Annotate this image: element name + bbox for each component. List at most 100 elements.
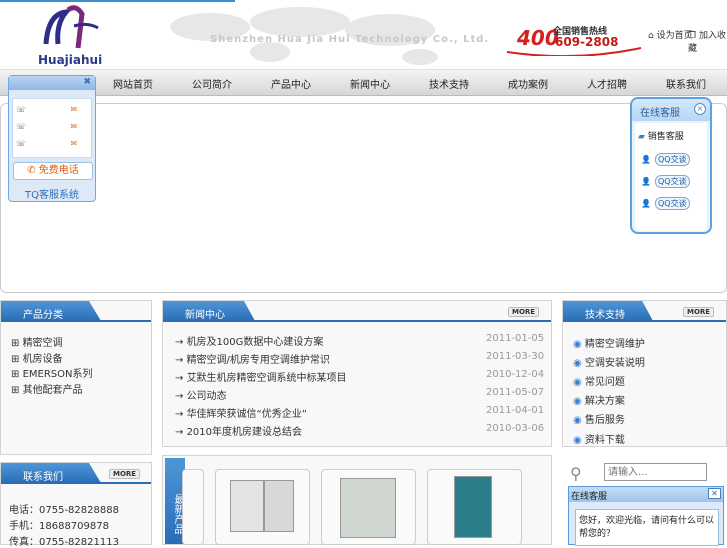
support-panel: 技术支持 MORE ◉ 精密空调维护 ◉ 空调安装说明 ◉ 常见问题 ◉ 解决方… (562, 300, 727, 447)
chat-popup-header: 在线客服 ✕ (569, 487, 723, 502)
nav-item-support[interactable]: 技术支持 (429, 76, 469, 91)
panel-header-line (1, 320, 151, 322)
qq-chat-label: QQ交谈 (654, 197, 690, 210)
more-button[interactable]: MORE (683, 307, 715, 317)
hotline-banner: 400 全国销售热线 609-2808 (505, 22, 645, 56)
service-group-label: 销售客服 (647, 132, 684, 142)
free-call-button[interactable]: ✆ 免费电话 (13, 162, 93, 180)
product-thumb[interactable] (182, 469, 204, 545)
cabinet-image (230, 480, 264, 532)
support-label: 资料下载 (584, 435, 625, 446)
tq-system-label[interactable]: TQ客服系统 (9, 186, 95, 201)
news-date: 2011-04-01 (486, 405, 545, 416)
news-title: 机房及100G数据中心建设方案 (186, 337, 324, 348)
product-thumb[interactable] (321, 469, 416, 545)
news-item[interactable]: → 艾默生机房精密空调系统中标某项目 (175, 369, 347, 384)
nav-item-home[interactable]: 网站首页 (113, 76, 153, 91)
close-icon[interactable]: ✕ (708, 488, 721, 499)
category-item[interactable]: ⊞ 机房设备 (11, 350, 63, 365)
nav-item-contact[interactable]: 联系我们 (666, 76, 706, 91)
contact-line: 传真：0755-82821113 (9, 537, 119, 548)
online-service-body: ▰ 销售客服 👤 QQ交谈 👤 QQ交谈 👤 QQ交谈 (635, 123, 707, 231)
online-service-widget: 在线客服 × ▰ 销售客服 👤 QQ交谈 👤 QQ交谈 👤 QQ交谈 (630, 97, 712, 234)
news-item[interactable]: → 机房及100G数据中心建设方案 (175, 333, 323, 348)
category-label: 其他配套产品 (22, 385, 83, 396)
news-date: 2010-03-06 (486, 423, 545, 434)
support-item[interactable]: ◉ 解决方案 (573, 392, 625, 407)
news-item[interactable]: → 公司动态 (175, 387, 227, 402)
news-title: 艾默生机房精密空调系统中标某项目 (186, 373, 347, 384)
online-service-title: 在线客服 × (632, 99, 710, 121)
folder-icon: ▰ (638, 132, 645, 142)
news-date: 2010-12-04 (486, 369, 545, 380)
handset-icon: ✆ (27, 165, 36, 176)
nav-item-jobs[interactable]: 人才招聘 (587, 76, 627, 91)
news-item[interactable]: → 2010年度机房建设总结会 (175, 423, 302, 438)
tq-service-widget: ✖ ☏ ✉ ☏ ✉ ☏ ✉ ✆ 免费电话 TQ客服系统 (8, 75, 96, 202)
search-icon[interactable]: ⚲ (570, 464, 582, 483)
panel-header: 联系我们 (1, 463, 101, 483)
cabinet-image (264, 480, 294, 532)
news-date: 2011-03-30 (486, 351, 545, 362)
chat-popup: 在线客服 ✕ 您好，欢迎光临，请问有什么可以帮您的？ (568, 486, 724, 546)
support-item[interactable]: ◉ 精密空调维护 (573, 335, 645, 350)
qq-chat-button[interactable]: 👤 QQ交谈 (641, 175, 690, 188)
service-group[interactable]: ▰ 销售客服 (638, 129, 684, 142)
nav-item-products[interactable]: 产品中心 (271, 76, 311, 91)
category-item[interactable]: ⊞ EMERSON系列 (11, 365, 92, 380)
product-thumb[interactable] (427, 469, 522, 545)
support-label: 空调安装说明 (584, 358, 645, 369)
nav-item-news[interactable]: 新闻中心 (350, 76, 390, 91)
close-icon[interactable]: × (694, 103, 706, 115)
news-item[interactable]: → 华佳辉荣获诚信“优秀企业” (175, 405, 307, 420)
company-english-name: Shenzhen Hua Jia Hui Technology Co., Ltd… (210, 34, 490, 45)
add-favorite-link[interactable]: ❐ 加入收藏 (688, 28, 727, 54)
product-thumb[interactable] (215, 469, 310, 545)
cabinet-image (340, 478, 396, 538)
qq-chat-label: QQ交谈 (654, 175, 690, 188)
contact-line: 手机：18688709878 (9, 521, 109, 532)
search-input[interactable] (604, 463, 707, 481)
swoosh-icon (506, 47, 642, 56)
news-title: 公司动态 (186, 391, 227, 402)
news-title: 华佳辉荣获诚信“优秀企业” (186, 409, 307, 420)
support-item[interactable]: ◉ 资料下载 (573, 431, 625, 446)
logo-text: Huajiahui (38, 53, 103, 67)
product-category-panel: 产品分类 ⊞ 精密空调 ⊞ 机房设备 ⊞ EMERSON系列 ⊞ 其他配套产品 (0, 300, 152, 455)
panel-header-line (163, 320, 551, 322)
category-item[interactable]: ⊞ 精密空调 (11, 334, 63, 349)
panel-header-line (1, 482, 151, 484)
support-item[interactable]: ◉ 常见问题 (573, 373, 625, 388)
chat-popup-message: 您好，欢迎光临，请问有什么可以帮您的？ (575, 509, 719, 546)
support-label: 常见问题 (584, 377, 625, 388)
phone-icon[interactable]: ☏ ✉ (16, 139, 77, 148)
user-icon: 👤 (641, 177, 651, 186)
news-title: 精密空调/机房专用空调维护常识 (186, 355, 330, 366)
user-icon: 👤 (641, 155, 651, 164)
more-button[interactable]: MORE (109, 469, 141, 479)
phone-icon[interactable]: ☏ ✉ (16, 105, 77, 114)
more-button[interactable]: MORE (508, 307, 540, 317)
contact-panel: 联系我们 MORE 电话：0755-82828888 手机：1868870987… (0, 462, 152, 548)
news-item[interactable]: → 精密空调/机房专用空调维护常识 (175, 351, 330, 366)
category-item[interactable]: ⊞ 其他配套产品 (11, 381, 83, 396)
qq-chat-button[interactable]: 👤 QQ交谈 (641, 153, 690, 166)
support-item[interactable]: ◉ 空调安装说明 (573, 354, 645, 369)
tq-widget-header: ✖ (9, 76, 95, 90)
support-label: 精密空调维护 (584, 339, 645, 350)
banner-area (0, 103, 727, 293)
main-nav: 网站首页 公司简介 产品中心 新闻中心 技术支持 成功案例 人才招聘 联系我们 (0, 69, 727, 96)
news-date: 2011-01-05 (486, 333, 545, 344)
panel-header: 新闻中心 (163, 301, 255, 321)
close-icon[interactable]: ✖ (83, 77, 91, 87)
set-homepage-link[interactable]: ⌂ 设为首页 (648, 28, 693, 41)
phone-icon[interactable]: ☏ ✉ (16, 122, 77, 131)
support-item[interactable]: ◉ 售后服务 (573, 411, 625, 426)
nav-item-about[interactable]: 公司简介 (192, 76, 232, 91)
nav-item-cases[interactable]: 成功案例 (508, 76, 548, 91)
news-title: 2010年度机房建设总结会 (186, 427, 303, 438)
qq-chat-button[interactable]: 👤 QQ交谈 (641, 197, 690, 210)
category-label: EMERSON系列 (22, 369, 93, 380)
panel-header: 产品分类 (1, 301, 101, 321)
panel-header: 技术支持 (563, 301, 653, 321)
